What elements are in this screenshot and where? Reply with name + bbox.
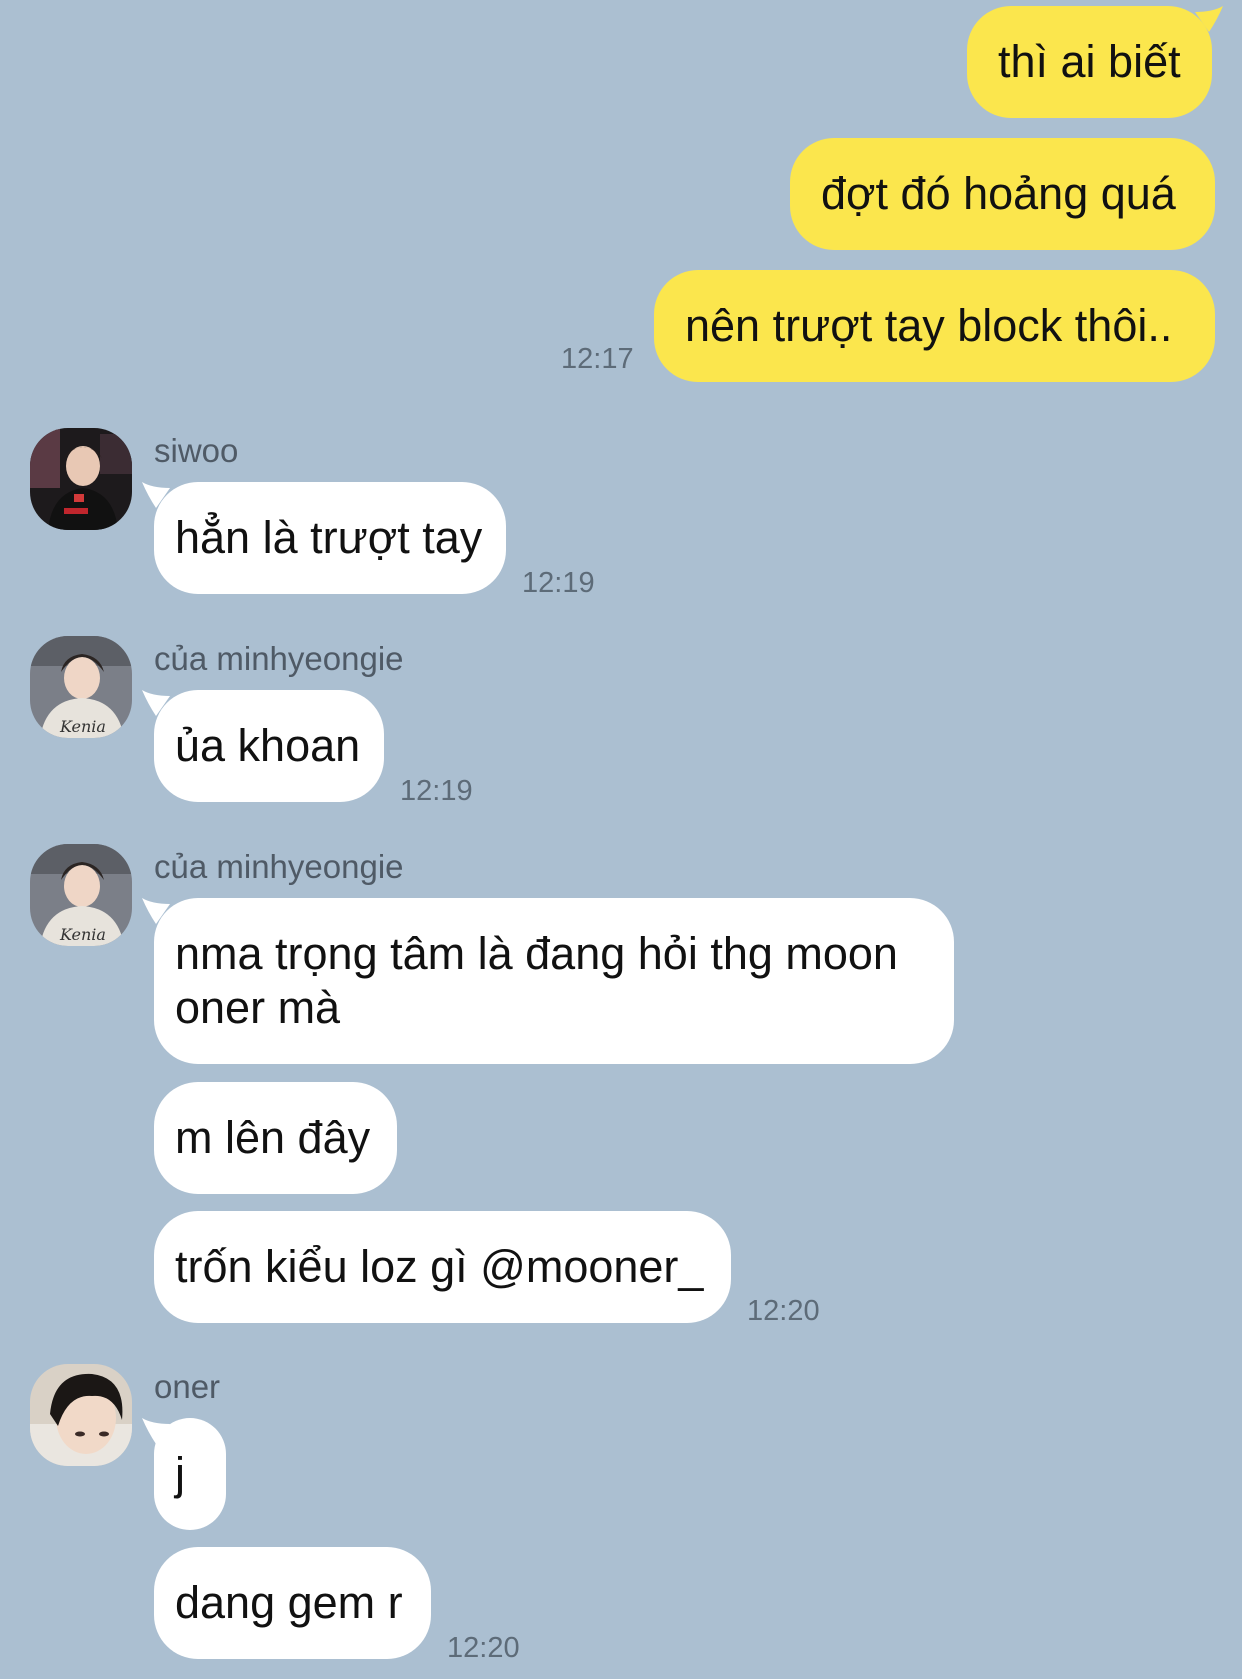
incoming-message[interactable]: m lên đây [154,1082,397,1194]
message-timestamp: 12:19 [400,775,473,807]
sender-name: của minhyeongie [154,848,404,885]
outgoing-message[interactable]: thì ai biết [967,6,1212,118]
chat-window: thì ai biết đợt đó hoảng quá nên trượt t… [0,0,1242,1679]
outgoing-message[interactable]: đợt đó hoảng quá [790,138,1215,250]
avatar-siwoo[interactable] [30,428,132,530]
avatar-minhyeongie-icon: Kenia [30,844,132,946]
avatar-minhyeongie-icon: Kenia [30,636,132,738]
avatar-oner[interactable] [30,1364,132,1466]
message-timestamp: 12:19 [522,567,595,599]
sender-name: của minhyeongie [154,640,404,677]
avatar-oner-icon [30,1364,132,1466]
outgoing-bubble-tail [1195,6,1223,32]
sender-name: siwoo [154,432,239,469]
incoming-message[interactable]: hẳn là trượt tay [154,482,506,594]
outgoing-message[interactable]: nên trượt tay block thôi.. [654,270,1215,382]
svg-text:Kenia: Kenia [59,925,106,944]
avatar-siwoo-icon [30,428,132,530]
incoming-message[interactable]: dang gem r [154,1547,431,1659]
incoming-message[interactable]: ủa khoan [154,690,384,802]
sender-name: oner [154,1368,221,1405]
message-timestamp: 12:20 [747,1295,820,1327]
svg-text:Kenia: Kenia [59,717,106,736]
message-timestamp: 12:17 [561,343,634,375]
incoming-message[interactable]: trốn kiểu loz gì @mooner_ [154,1211,731,1323]
message-timestamp: 12:20 [447,1632,520,1664]
incoming-message[interactable]: nma trọng tâm là đang hỏi thg moon oner … [154,898,954,1064]
incoming-message[interactable]: j [154,1418,226,1530]
avatar-minhyeongie[interactable]: Kenia [30,844,132,946]
avatar-minhyeongie[interactable]: Kenia [30,636,132,738]
